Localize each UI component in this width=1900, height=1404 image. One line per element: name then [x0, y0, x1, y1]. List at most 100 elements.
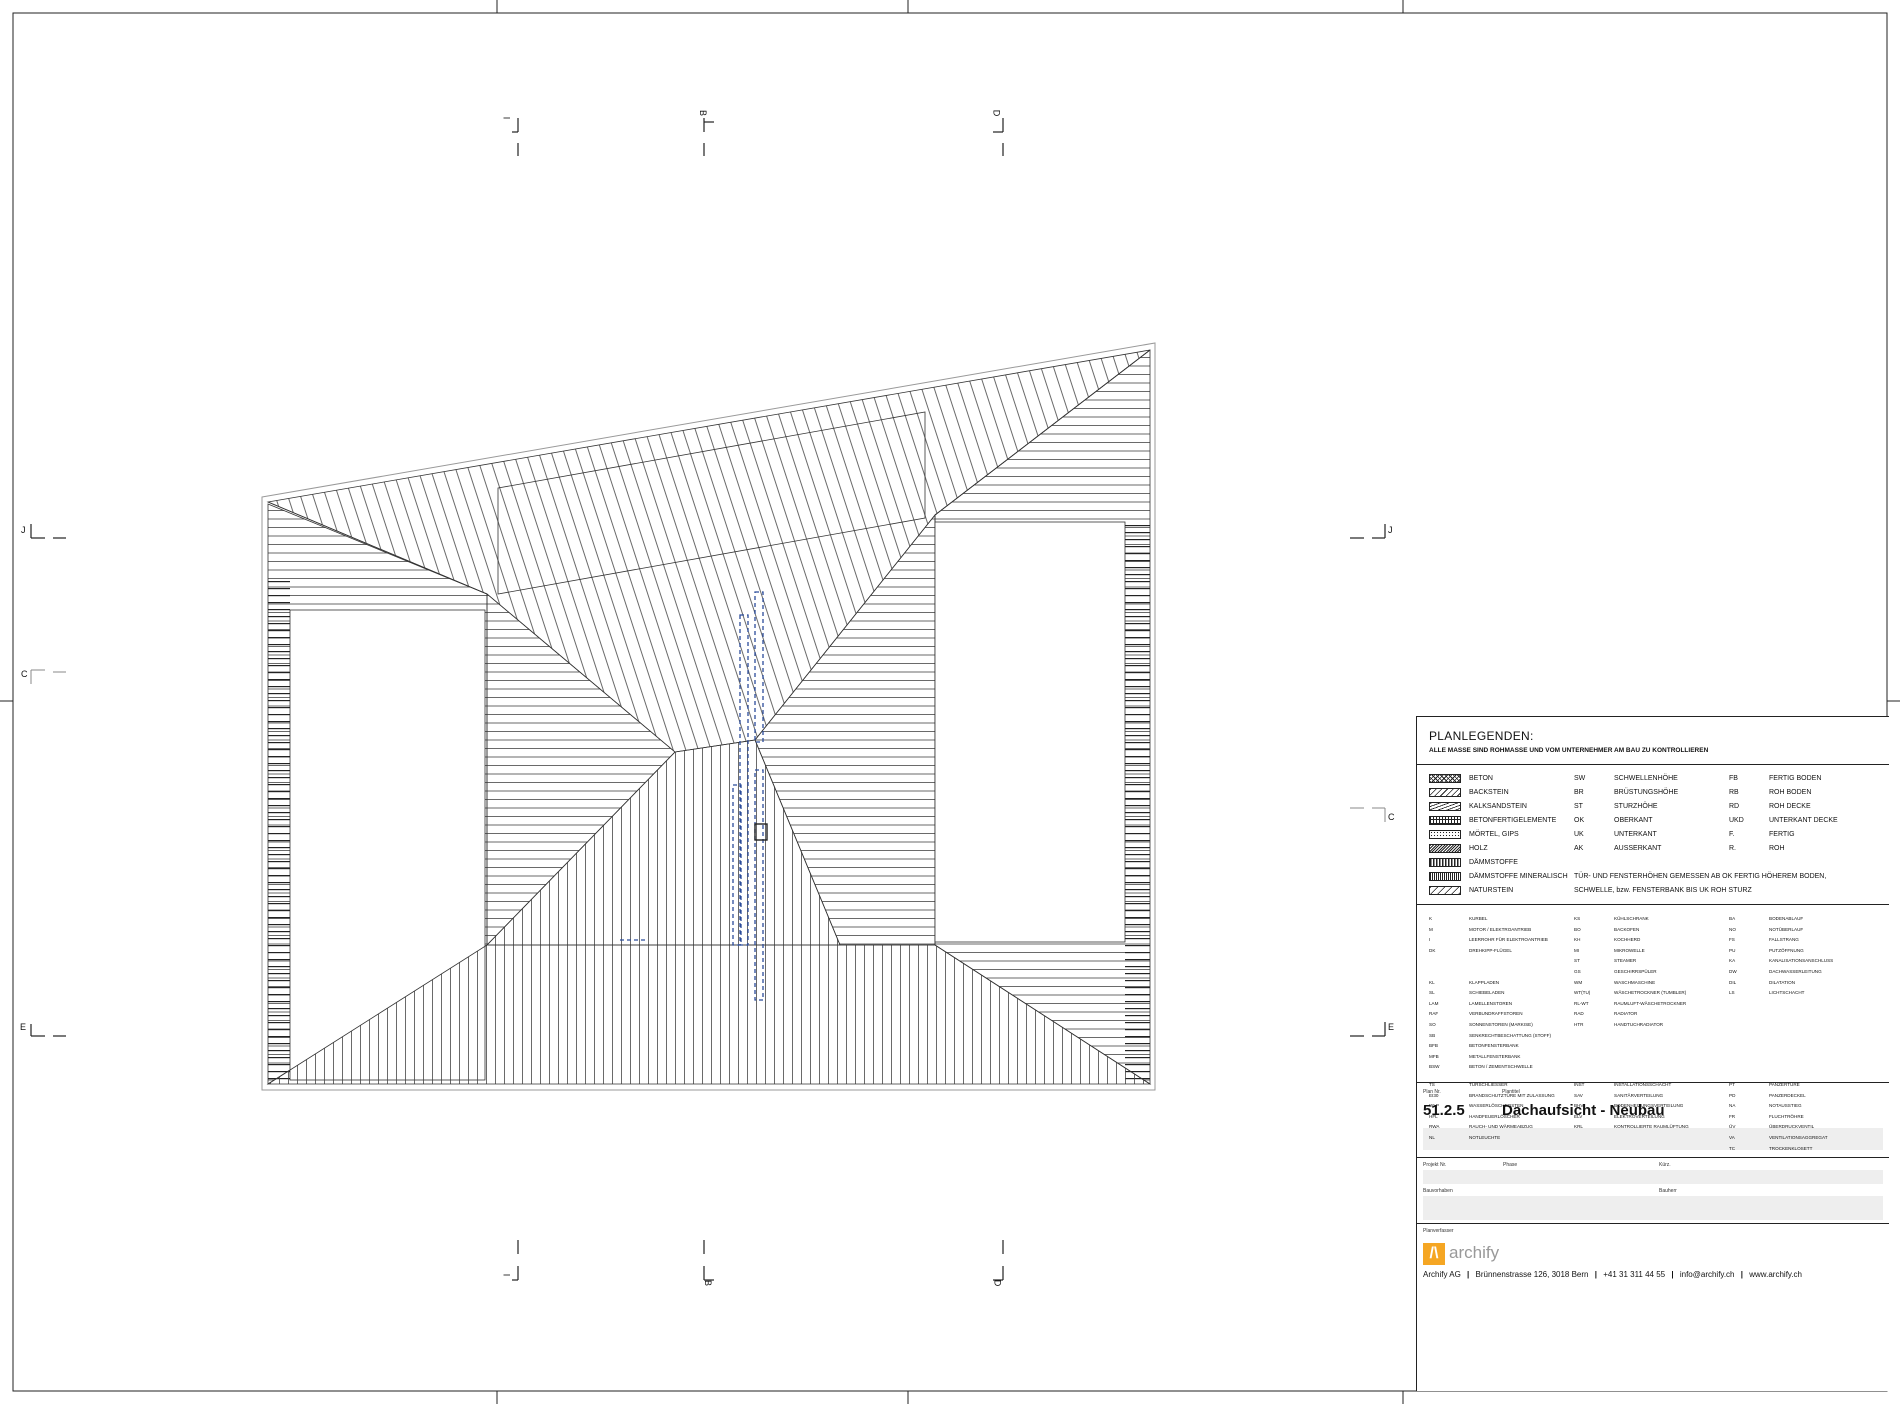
abbr-label: NOTAUSSTIEG: [1769, 1103, 1802, 1109]
abbr-label: MIKROWELLE: [1614, 947, 1645, 953]
email-link[interactable]: info@archify.ch: [1680, 1270, 1735, 1279]
grid-marker-top-D: D: [991, 109, 1002, 117]
abbr-label: WASSERLÖSCHPOSTEN: [1469, 1103, 1524, 1109]
height-abbr-label: OBERKANT: [1614, 817, 1653, 824]
abbr-code: TC: [1729, 1145, 1736, 1151]
abbr-label: KONTROLLIERTE RAUMLÜFTUNG: [1614, 1124, 1689, 1130]
abbr-label: FALLSTRANG: [1769, 937, 1799, 943]
abbr-code: ÜV: [1729, 1124, 1736, 1130]
legend-note: SCHWELLE, bzw. FENSTERBANK BIS UK ROH ST…: [1574, 887, 1752, 894]
material-swatch: [1429, 802, 1461, 811]
height-abbr-label: AUSSERKANT: [1614, 845, 1662, 852]
section-marker-right-E: [1350, 1022, 1386, 1037]
abbr-label: RAUCH- UND WÄRMEABZUG: [1469, 1124, 1533, 1130]
abbr-label: METALLFENSTERBANK: [1469, 1053, 1521, 1059]
grid-marker-bottom-B: B: [703, 1279, 714, 1287]
abbr-label: TROCKENKLOSETT: [1769, 1145, 1813, 1151]
material-swatch: [1429, 788, 1461, 797]
abbr-label: LAMELLENSTOREN: [1469, 1000, 1513, 1006]
floor-abbr-label: ROH BODEN: [1769, 789, 1812, 796]
abbr-code: NA: [1729, 1103, 1736, 1109]
abbr-code: KH: [1574, 937, 1581, 943]
roof-strip-east: [934, 521, 1126, 943]
abbr-label: ELEKTROVERTEILUNG: [1614, 1113, 1665, 1119]
abbr-label: BACKOFEN: [1614, 926, 1640, 932]
phase-label: Phase: [1503, 1162, 1518, 1168]
abbr-code: ELV: [1574, 1113, 1583, 1119]
abbr-code: ST: [1574, 958, 1580, 964]
abbr-code: RL-WT: [1574, 1000, 1589, 1006]
legend-title: PLANLEGENDEN:: [1429, 729, 1534, 743]
abbr-code: SL: [1429, 990, 1435, 996]
abbr-label: RAUMLUFT-WÄSCHETROCKNER: [1614, 1000, 1687, 1006]
abbr-label: KÜHLSCHRANK: [1614, 916, 1649, 921]
abbr-label: DACHWASSERLEITUNG: [1769, 969, 1822, 974]
phone: +41 31 311 44 55: [1603, 1270, 1666, 1279]
abbr-code: M: [1429, 926, 1433, 932]
material-label: MÖRTEL, GIPS: [1469, 831, 1519, 838]
material-swatch: [1429, 774, 1461, 783]
website-link[interactable]: www.archify.ch: [1749, 1270, 1802, 1279]
roof-edge-east: [1125, 522, 1150, 1082]
roof-edge-west: [268, 580, 290, 1080]
material-label: BETONFERTIGELEMENTE: [1469, 817, 1557, 824]
abbr-code: RAD: [1574, 1011, 1584, 1017]
abbr-label: SANITÄRVERTEILUNG: [1614, 1092, 1664, 1098]
height-abbr-code: UK: [1574, 831, 1584, 838]
abbr-label: BETONFENSTERBANK: [1469, 1043, 1519, 1049]
grid-marker-right-E: E: [1388, 1022, 1395, 1032]
floor-abbr-code: FB: [1729, 775, 1738, 782]
grid-marker-bottom-D: D: [992, 1279, 1003, 1287]
height-abbr-code: SW: [1574, 775, 1586, 782]
floor-abbr-code: R.: [1729, 845, 1736, 852]
abbr-label: VERBUNDRAFFSTOREN: [1469, 1011, 1523, 1017]
grid-marker-left-E: E: [20, 1022, 27, 1032]
abbr-code: NL: [1429, 1135, 1435, 1140]
abbr-label: TÜRSCHLIESSER: [1469, 1082, 1508, 1087]
abbreviations-section: K KURBEL M MOTOR / ELEKTROANTRIEB I LEERROHR …: [1417, 904, 1889, 1083]
client-label: Bauvorhaben: [1423, 1188, 1453, 1194]
floor-abbr-label: ROH: [1769, 845, 1785, 852]
abbr-code: RAF: [1429, 1011, 1439, 1017]
section-marker-bottom-I: [512, 1240, 519, 1281]
grid-marker-left-C: C: [21, 669, 28, 679]
grid-marker-top-B: B: [698, 109, 709, 117]
section-marker-top-I: [512, 118, 519, 156]
abbr-code: PU: [1729, 947, 1736, 953]
company-name: Archify AG: [1423, 1270, 1461, 1279]
material-label: BACKSTEIN: [1469, 789, 1509, 796]
abbr-label: KANALISATIONSANSCHLUSS: [1769, 958, 1834, 964]
abbr-code: EI30: [1429, 1092, 1439, 1098]
legend-header: PLANLEGENDEN: ALLE MASSE SIND ROHMASSE U…: [1417, 717, 1889, 765]
abbr-code: BSW: [1429, 1064, 1440, 1070]
author-label: Planverfasser: [1423, 1228, 1454, 1234]
floor-abbr-label: UNTERKANT DECKE: [1769, 817, 1838, 824]
abbr-label: SENKRECHTBESCHATTUNG (STOFF): [1469, 1032, 1552, 1038]
abbr-label: SCHIEBELADEN: [1469, 990, 1505, 996]
abbr-code: LS: [1729, 990, 1735, 996]
separator: |: [1671, 1270, 1674, 1279]
section-marker-right-C: [1350, 807, 1386, 822]
abbr-code: FS: [1729, 937, 1735, 943]
abbr-label: LEERROHR FÜR ELEKTROANTRIEB: [1469, 937, 1548, 943]
abbr-code: BO: [1574, 926, 1581, 932]
address: Brünnenstrasse 126, 3018 Bern: [1475, 1270, 1589, 1279]
grid-marker-right-J: J: [1388, 525, 1393, 535]
height-abbr-label: BRÜSTUNGSHÖHE: [1614, 789, 1679, 796]
section-marker-bottom-B: [703, 1240, 714, 1281]
abbr-label: ÜBERDRUCKVENTIL: [1769, 1124, 1815, 1130]
abbr-code: RWA: [1429, 1124, 1440, 1130]
abbr-label: NOTÜBERLAUF: [1769, 926, 1804, 932]
floor-abbr-code: UKD: [1729, 817, 1744, 824]
material-label: BETON: [1469, 775, 1493, 782]
grid-marker-bottom-I: I: [501, 1273, 512, 1277]
material-label: HOLZ: [1469, 845, 1488, 852]
abbr-label: BODENABLAUF: [1769, 916, 1804, 921]
abbr-code: WLP: [1429, 1103, 1439, 1109]
abbr-code: WT(TU): [1574, 990, 1591, 996]
height-abbr-label: SCHWELLENHÖHE: [1614, 775, 1678, 782]
abbr-label: DILATATION: [1769, 979, 1796, 985]
abbr-code: KS: [1574, 916, 1581, 921]
abbr-label: HANDTUCHRADIATOR: [1614, 1022, 1664, 1027]
section-marker-top-D: [993, 118, 1004, 156]
